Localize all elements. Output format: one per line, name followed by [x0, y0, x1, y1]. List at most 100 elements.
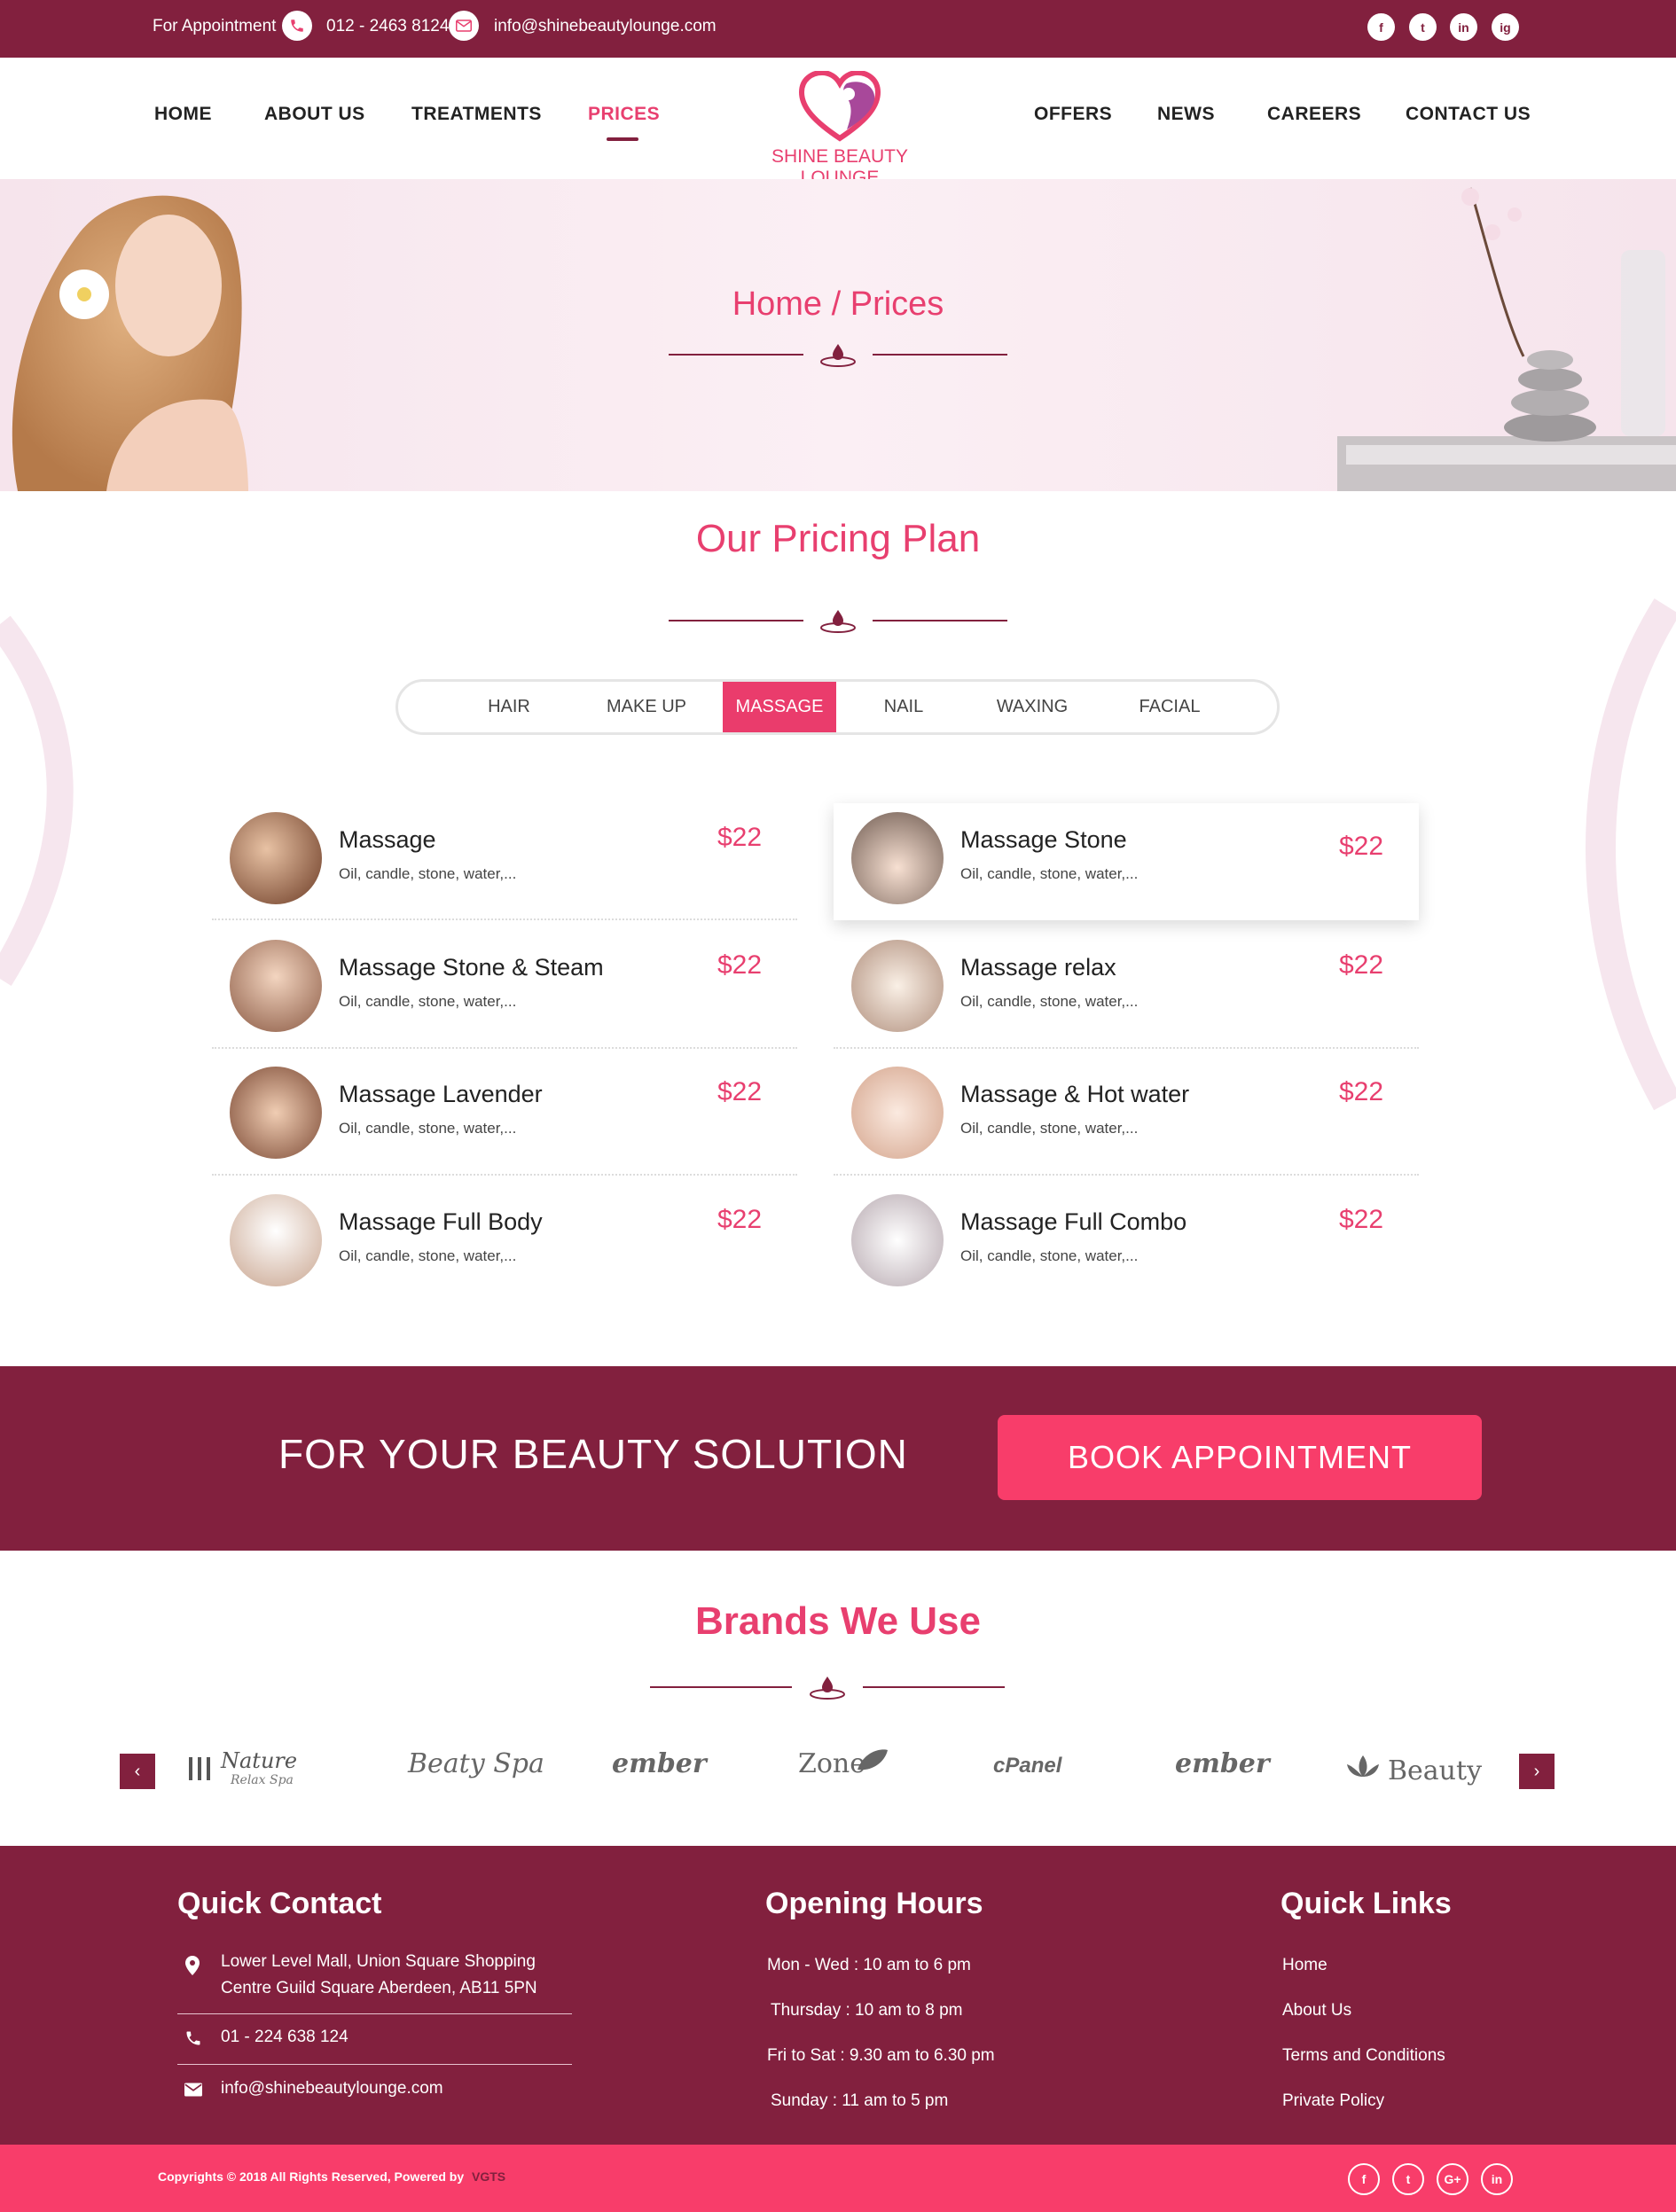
pricing-divider	[669, 608, 1007, 633]
breadcrumb: Home / Prices	[732, 285, 944, 323]
hours-line: Sunday : 11 am to 5 pm	[771, 2091, 949, 2110]
price-item[interactable]: Massage & Hot water Oil, candle, stone, …	[834, 1058, 1419, 1182]
instagram-icon[interactable]: ig	[1492, 13, 1519, 41]
nav-news[interactable]: NEWS	[1157, 104, 1215, 125]
lotus-icon	[1347, 1755, 1379, 1777]
price-item[interactable]: Massage Full Combo Oil, candle, stone, w…	[834, 1185, 1419, 1309]
item-name: Massage Full Combo	[960, 1208, 1187, 1235]
contact-separator	[177, 2064, 572, 2065]
nav-contact-us[interactable]: CONTACT US	[1406, 104, 1531, 125]
item-name: Massage relax	[960, 954, 1116, 981]
nav-about-us[interactable]: ABOUT US	[264, 104, 365, 125]
footer-phone[interactable]: 01 - 224 638 124	[221, 2028, 349, 2047]
price-item[interactable]: Massage Stone & Steam Oil, candle, stone…	[212, 931, 797, 1055]
brand-logo-ember-2[interactable]: ember	[1175, 1748, 1270, 1779]
bamboo-icon	[189, 1757, 210, 1780]
item-price: $22	[1339, 1077, 1384, 1106]
nav-prices[interactable]: PRICES	[588, 104, 660, 125]
linkedin-icon[interactable]: in	[1450, 13, 1477, 41]
facebook-icon[interactable]: f	[1367, 13, 1395, 41]
linkedin-icon[interactable]: in	[1481, 2163, 1513, 2195]
footer-link-home[interactable]: Home	[1282, 1956, 1327, 1975]
quick-links-title: Quick Links	[1280, 1887, 1452, 1920]
brands-next-button[interactable]: ›	[1519, 1754, 1555, 1789]
appointment-label: For Appointment	[153, 17, 277, 35]
item-separator	[212, 918, 797, 920]
footer-link-about-us[interactable]: About Us	[1282, 2001, 1351, 2021]
price-item[interactable]: Massage relax Oil, candle, stone, water,…	[834, 931, 1419, 1055]
nav-careers[interactable]: CAREERS	[1267, 104, 1361, 125]
hours-line: Fri to Sat : 9.30 am to 6.30 pm	[767, 2046, 995, 2065]
item-desc: Oil, candle, stone, water,...	[960, 865, 1139, 882]
brand-logo-beauty[interactable]: Beauty	[1388, 1755, 1482, 1786]
footer-link-terms[interactable]: Terms and Conditions	[1282, 2046, 1445, 2066]
item-name: Massage Stone & Steam	[339, 954, 604, 981]
tab-nail[interactable]: NAIL	[850, 682, 957, 732]
massage-hot-water-thumb-image	[851, 1067, 944, 1159]
brand-logo-nature[interactable]: Nature Relax Spa	[182, 1748, 306, 1793]
spa-stones-image	[1337, 179, 1676, 491]
tab-massage[interactable]: MASSAGE	[723, 682, 836, 732]
mail-icon	[449, 11, 479, 41]
item-separator	[834, 1174, 1419, 1176]
google-plus-icon[interactable]: G+	[1437, 2163, 1468, 2195]
cta-text: FOR YOUR BEAUTY SOLUTION	[278, 1431, 908, 1477]
book-appointment-button[interactable]: BOOK APPOINTMENT	[998, 1415, 1482, 1500]
main-header: HOME ABOUT US TREATMENTS PRICES OFFERS N…	[0, 58, 1676, 188]
brand-logo-ember[interactable]: ember	[612, 1748, 707, 1779]
item-price: $22	[717, 823, 763, 852]
tab-facial[interactable]: FACIAL	[1108, 682, 1232, 732]
item-desc: Oil, candle, stone, water,...	[339, 1120, 517, 1137]
cta-banner: FOR YOUR BEAUTY SOLUTION BOOK APPOINTMEN…	[0, 1366, 1676, 1551]
item-desc: Oil, candle, stone, water,...	[339, 865, 517, 882]
hours-line: Thursday : 10 am to 8 pm	[771, 2001, 963, 2020]
brands-prev-button[interactable]: ‹	[120, 1754, 155, 1789]
price-item[interactable]: Massage Oil, candle, stone, water,... $2…	[212, 803, 797, 927]
opening-hours-title: Opening Hours	[765, 1887, 983, 1920]
contact-separator	[177, 2013, 572, 2014]
footer-email[interactable]: info@shinebeautylounge.com	[221, 2079, 443, 2099]
massage-full-combo-thumb-image	[851, 1194, 944, 1286]
nav-treatments[interactable]: TREATMENTS	[411, 104, 542, 125]
item-desc: Oil, candle, stone, water,...	[339, 1247, 517, 1264]
item-desc: Oil, candle, stone, water,...	[960, 993, 1139, 1010]
tab-make-up[interactable]: MAKE UP	[571, 682, 722, 732]
location-pin-icon	[185, 1956, 200, 1975]
nav-offers[interactable]: OFFERS	[1034, 104, 1112, 125]
powered-by-link[interactable]: VGTS	[472, 2169, 505, 2184]
tab-waxing[interactable]: WAXING	[966, 682, 1099, 732]
item-desc: Oil, candle, stone, water,...	[960, 1247, 1139, 1264]
topbar-phone[interactable]: 012 - 2463 8124	[326, 0, 449, 58]
price-item[interactable]: Massage Full Body Oil, candle, stone, wa…	[212, 1185, 797, 1309]
price-item[interactable]: Massage Lavender Oil, candle, stone, wat…	[212, 1058, 797, 1182]
banner-divider	[669, 342, 1007, 367]
twitter-icon[interactable]: t	[1409, 13, 1437, 41]
nav-home[interactable]: HOME	[154, 104, 212, 125]
brand-logo-beaty-spa[interactable]: Beaty Spa	[408, 1748, 544, 1779]
massage-stone-thumb-image	[851, 812, 944, 904]
page-banner: Home / Prices	[0, 179, 1676, 491]
item-name: Massage	[339, 826, 436, 853]
item-price: $22	[1339, 1205, 1384, 1234]
zone-leaf-icon	[858, 1749, 888, 1770]
price-item-highlighted[interactable]: Massage Stone Oil, candle, stone, water,…	[834, 803, 1419, 920]
pricing-tabs: HAIR MAKE UP MASSAGE NAIL WAXING FACIAL	[396, 679, 1280, 735]
item-desc: Oil, candle, stone, water,...	[339, 993, 517, 1010]
twitter-icon[interactable]: t	[1392, 2163, 1424, 2195]
massage-full-body-thumb-image	[230, 1194, 322, 1286]
tab-hair[interactable]: HAIR	[451, 682, 567, 732]
item-price: $22	[717, 950, 763, 980]
massage-lavender-thumb-image	[230, 1067, 322, 1159]
phone-icon	[186, 2031, 200, 2045]
item-name: Massage & Hot water	[960, 1081, 1190, 1107]
logo-heart-icon[interactable]	[798, 69, 882, 142]
nav-active-underline	[607, 137, 638, 141]
brand-logo-cpanel[interactable]: cPanel	[993, 1754, 1061, 1778]
copyright-bar: Copyrights © 2018 All Rights Reserved, P…	[0, 2145, 1676, 2212]
facebook-icon[interactable]: f	[1348, 2163, 1380, 2195]
footer-link-privacy[interactable]: Private Policy	[1282, 2091, 1384, 2111]
topbar-email[interactable]: info@shinebeautylounge.com	[494, 0, 717, 58]
phone-icon	[282, 11, 312, 41]
copyright-text: Copyrights © 2018 All Rights Reserved, P…	[158, 2169, 465, 2184]
item-name: Massage Full Body	[339, 1208, 543, 1235]
